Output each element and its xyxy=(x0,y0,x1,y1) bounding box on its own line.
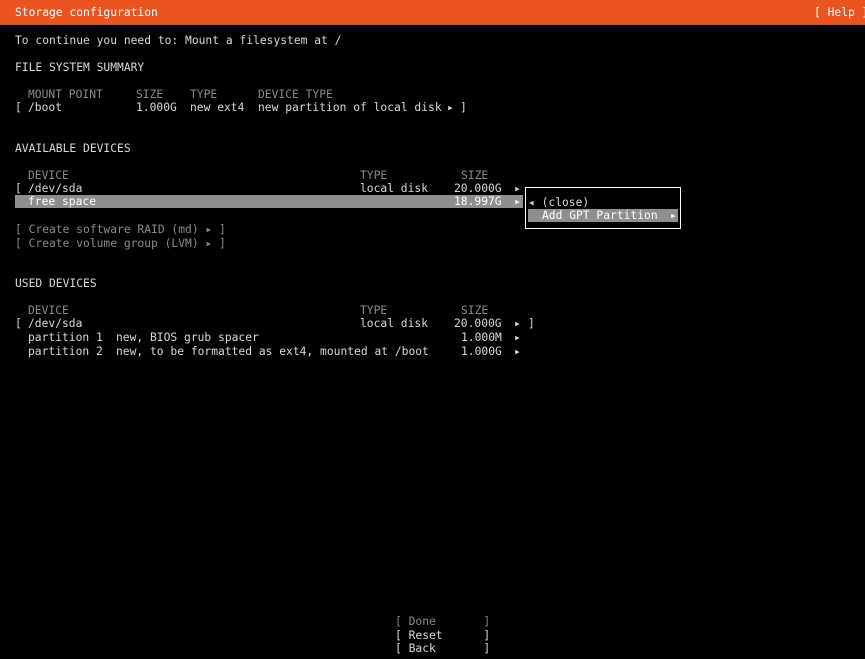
instruction-message: To continue you need to: Mount a filesys… xyxy=(15,34,342,47)
window-title: Storage configuration xyxy=(15,6,158,19)
col-device: DEVICE xyxy=(28,169,69,182)
device-name: /dev/sda xyxy=(28,182,83,195)
type-value: new ext4 xyxy=(190,101,245,114)
done-button[interactable]: [ Done ] xyxy=(395,615,490,629)
partition-name: partition 2 xyxy=(28,345,103,358)
col-mount-point: MOUNT POINT xyxy=(28,88,103,101)
bracket-open: [ xyxy=(15,101,22,114)
back-button[interactable]: [ Back ] xyxy=(395,642,490,656)
free-space-label: free space xyxy=(28,195,97,208)
free-space-size: 18.997G xyxy=(454,195,502,208)
arrow-right-icon[interactable]: ▸ xyxy=(514,195,521,209)
create-raid-button[interactable]: [ Create software RAID (md) ▸ ] xyxy=(15,223,226,237)
partition-desc: new, BIOS grub spacer xyxy=(116,331,259,344)
col-size: SIZE xyxy=(136,88,164,101)
col-size: SIZE xyxy=(461,169,489,182)
device-name: /dev/sda xyxy=(28,317,83,330)
help-button[interactable]: [ Help ] xyxy=(814,6,865,20)
arrow-right-icon[interactable]: ▸ xyxy=(514,345,521,359)
device-size: 20.000G xyxy=(454,182,502,195)
partition-desc: new, to be formatted as ext4, mounted at… xyxy=(116,345,429,358)
device-type-value: new partition of local disk xyxy=(258,101,442,114)
arrow-right-icon[interactable]: ▸ xyxy=(514,317,521,331)
available-devices-heading: AVAILABLE DEVICES xyxy=(15,142,131,155)
arrow-right-icon[interactable]: ▸ xyxy=(514,331,521,345)
col-device-type: DEVICE TYPE xyxy=(258,88,333,101)
device-type: local disk xyxy=(360,317,429,330)
add-gpt-partition-label: Add GPT Partition xyxy=(542,209,658,222)
mount-point-value: /boot xyxy=(28,101,63,114)
partition-size: 1.000M xyxy=(461,331,502,344)
partition-size: 1.000G xyxy=(461,345,502,358)
menu-add-gpt-partition[interactable]: Add GPT Partition ▸ xyxy=(528,209,678,222)
partition-name: partition 1 xyxy=(28,331,103,344)
col-type: TYPE xyxy=(190,88,218,101)
bracket-open: [ xyxy=(15,317,22,330)
fs-summary-heading: FILE SYSTEM SUMMARY xyxy=(15,61,145,74)
title-bar: Storage configuration [ Help ] xyxy=(0,0,865,25)
bracket-close: ] xyxy=(460,101,467,114)
arrow-right-icon[interactable]: ▸ xyxy=(514,182,521,196)
free-space-row[interactable]: free space 18.997G ▸ xyxy=(15,195,523,208)
reset-button[interactable]: [ Reset ] xyxy=(395,629,490,643)
used-devices-heading: USED DEVICES xyxy=(15,277,97,290)
col-device: DEVICE xyxy=(28,304,69,317)
col-type: TYPE xyxy=(360,304,388,317)
device-size: 20.000G xyxy=(454,317,502,330)
bracket-open: [ xyxy=(15,182,22,195)
arrow-right-icon[interactable]: ▸ xyxy=(447,101,454,115)
col-type: TYPE xyxy=(360,169,388,182)
menu-close-item[interactable]: ◂ (close) xyxy=(528,196,589,210)
col-size: SIZE xyxy=(461,304,489,317)
bracket-close: ] xyxy=(528,317,535,330)
arrow-right-icon: ▸ xyxy=(670,209,677,222)
device-type: local disk xyxy=(360,182,429,195)
size-value: 1.000G xyxy=(136,101,177,114)
create-lvm-button[interactable]: [ Create volume group (LVM) ▸ ] xyxy=(15,237,226,251)
device-action-menu: ◂ (close) Add GPT Partition ▸ xyxy=(525,187,681,229)
